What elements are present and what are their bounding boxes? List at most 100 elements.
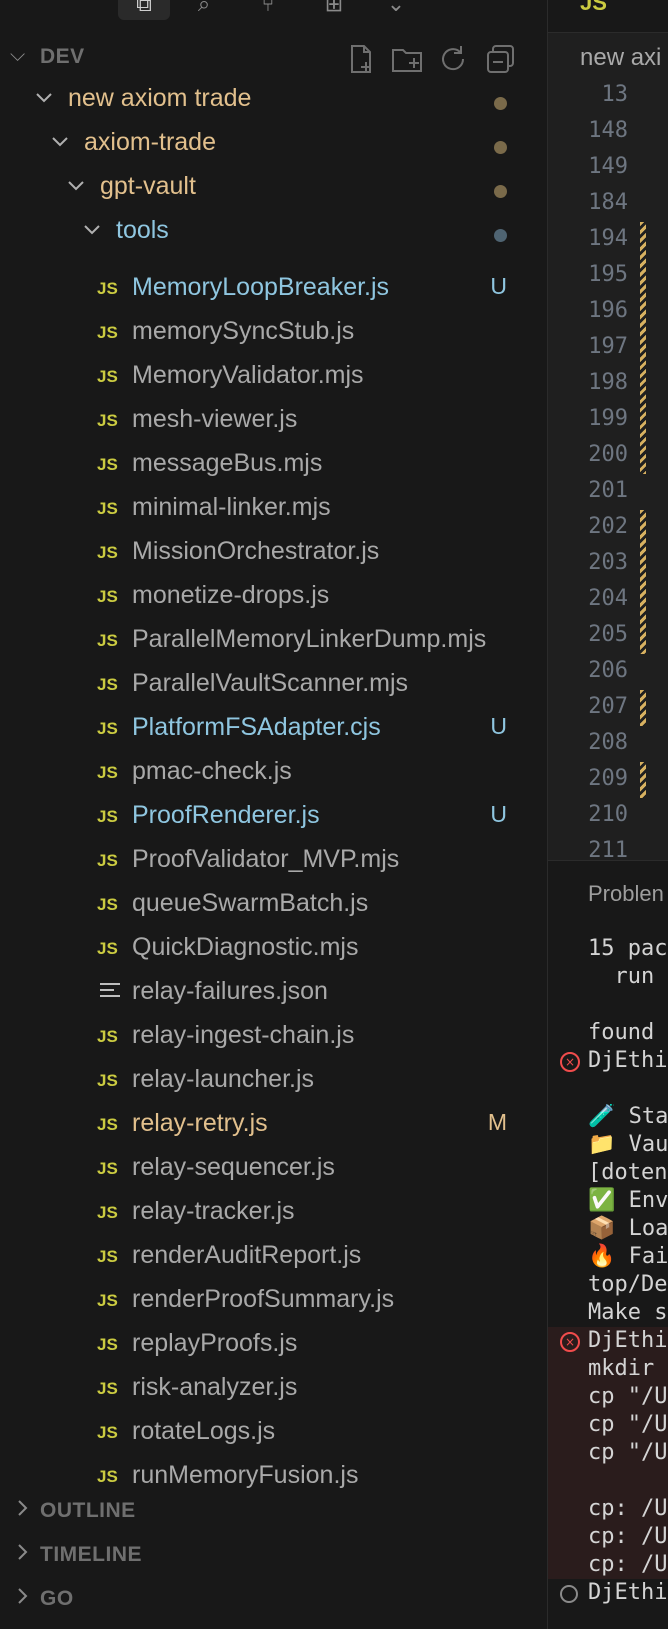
file-row[interactable]: JS PlatformFSAdapter.cjs U (0, 707, 547, 751)
section-title: OUTLINE (40, 1499, 136, 1522)
folder-row[interactable]: tools (0, 212, 547, 256)
section-header-outline[interactable]: OUTLINE (0, 1490, 547, 1534)
more-views-icon[interactable]: ⌄ (380, 0, 412, 20)
file-row[interactable]: JS ParallelVaultScanner.mjs (0, 663, 547, 707)
line-number: 207 (588, 694, 628, 719)
file-name: messageBus.mjs (132, 449, 323, 477)
line-number: 197 (588, 334, 628, 359)
folder-row[interactable]: axiom-trade (0, 124, 547, 168)
dev-section-header[interactable]: ⌵ DEV (0, 36, 547, 80)
file-row[interactable]: JS relay-launcher.js (0, 1059, 547, 1103)
explorer-icon[interactable]: ⧉ (118, 0, 170, 20)
file-row[interactable]: JS MemoryValidator.mjs (0, 355, 547, 399)
search-icon[interactable]: ⌕ (188, 0, 220, 20)
js-file-icon: JS (97, 1115, 118, 1134)
chevron-down-icon (82, 220, 102, 245)
file-row[interactable]: JS ProofValidator_MVP.mjs (0, 839, 547, 883)
file-name: mesh-viewer.js (132, 405, 298, 433)
new-folder-icon[interactable] (390, 42, 424, 76)
js-file-icon: JS (97, 895, 118, 914)
file-row[interactable]: JS monetize-drops.js (0, 575, 547, 619)
line-number: 184 (588, 190, 628, 215)
js-file-icon: JS (97, 499, 118, 518)
file-name: relay-failures.json (132, 977, 328, 1005)
file-name: MemoryValidator.mjs (132, 361, 364, 389)
chevron-right-icon (12, 1542, 32, 1567)
file-row[interactable]: JS QuickDiagnostic.mjs (0, 927, 547, 971)
js-file-icon: JS (97, 1027, 118, 1046)
folder-label: axiom-trade (84, 128, 216, 156)
line-number: 204 (588, 586, 628, 611)
chevron-right-icon (12, 1586, 32, 1611)
terminal-line: 📁 Vau (588, 1132, 668, 1157)
folder-row[interactable]: gpt-vault (0, 168, 547, 212)
file-row[interactable]: JS MissionOrchestrator.js (0, 531, 547, 575)
collapse-all-icon[interactable] (484, 42, 518, 76)
terminal-line: cp: /U (588, 1552, 668, 1577)
folder-label: new axiom trade (68, 84, 252, 112)
file-row[interactable]: JS relay-retry.js M (0, 1103, 547, 1147)
terminal-panel: Problen 15 pac run found DjEthi × 🧪 Sta 📁 Vau… (547, 860, 668, 1629)
file-row[interactable]: JS renderAuditReport.js (0, 1235, 547, 1279)
js-file-icon: JS (97, 367, 118, 386)
line-number: 202 (588, 514, 628, 539)
file-name: relay-tracker.js (132, 1197, 295, 1225)
file-row[interactable]: JS renderProofSummary.js (0, 1279, 547, 1323)
file-row[interactable]: JS risk-analyzer.js (0, 1367, 547, 1411)
file-row[interactable]: JS rotateLogs.js (0, 1411, 547, 1455)
file-row[interactable]: JS replayProofs.js (0, 1323, 547, 1367)
file-row[interactable]: JS relay-sequencer.js (0, 1147, 547, 1191)
file-name: queueSwarmBatch.js (132, 889, 369, 917)
terminal-line: 📦 Loa (588, 1216, 668, 1241)
js-file-icon: JS (97, 411, 118, 430)
folder-row[interactable]: new axiom trade (0, 80, 547, 124)
file-row[interactable]: JS messageBus.mjs (0, 443, 547, 487)
file-name: ParallelVaultScanner.mjs (132, 669, 409, 697)
chevron-down-icon (34, 88, 54, 113)
diff-modified-marker (640, 222, 646, 474)
file-name: pmac-check.js (132, 757, 292, 785)
breadcrumb[interactable]: new axi (580, 44, 661, 72)
git-status-badge: U (490, 273, 507, 299)
line-number: 205 (588, 622, 628, 647)
file-row[interactable]: JS relay-tracker.js (0, 1191, 547, 1235)
line-number: 196 (588, 298, 628, 323)
refresh-icon[interactable] (436, 42, 470, 76)
editor-tab[interactable]: JS (548, 0, 668, 33)
file-row[interactable]: JS memorySyncStub.js (0, 311, 547, 355)
file-row[interactable]: JS MemoryLoopBreaker.js U (0, 267, 547, 311)
section-header-go[interactable]: GO (0, 1578, 547, 1622)
source-control-icon[interactable]: ⑂ (252, 0, 284, 20)
file-row[interactable]: JS ProofRenderer.js U (0, 795, 547, 839)
file-row[interactable]: JS mesh-viewer.js (0, 399, 547, 443)
file-row[interactable]: JS ParallelMemoryLinkerDump.mjs (0, 619, 547, 663)
line-number: 208 (588, 730, 628, 755)
line-number: 198 (588, 370, 628, 395)
chevron-down-icon (66, 176, 86, 201)
file-row[interactable]: JS relay-ingest-chain.js (0, 1015, 547, 1059)
extensions-icon[interactable]: ⊞ (318, 0, 350, 20)
file-name: risk-analyzer.js (132, 1373, 298, 1401)
file-row[interactable]: JS pmac-check.js (0, 751, 547, 795)
terminal-line: found (588, 1020, 655, 1045)
js-file-icon: JS (97, 543, 118, 562)
file-row[interactable]: relay-failures.json (0, 971, 547, 1015)
file-name: memorySyncStub.js (132, 317, 355, 345)
file-row[interactable]: JS minimal-linker.mjs (0, 487, 547, 531)
js-file-icon: JS (97, 939, 118, 958)
new-file-icon[interactable] (344, 42, 378, 76)
git-status-dot (494, 185, 507, 198)
tab-problems[interactable]: Problen (588, 881, 664, 907)
file-name: renderAuditReport.js (132, 1241, 362, 1269)
file-name: MemoryLoopBreaker.js (132, 273, 390, 301)
terminal-line: ✅ Env (588, 1188, 668, 1213)
explorer-sidebar: ⧉ ⌕ ⑂ ⊞ ⌄ ⌵ DEV new axiom trade axiom-tra… (0, 0, 547, 1628)
js-file-icon: JS (97, 1379, 118, 1398)
git-status-dot (494, 97, 507, 110)
js-file-icon: JS (97, 1423, 118, 1442)
file-row[interactable]: JS queueSwarmBatch.js (0, 883, 547, 927)
error-icon: × (560, 1052, 580, 1072)
section-header-timeline[interactable]: TIMELINE (0, 1534, 547, 1578)
section-title: DEV (40, 45, 85, 68)
tab-file-type: JS (580, 0, 607, 15)
